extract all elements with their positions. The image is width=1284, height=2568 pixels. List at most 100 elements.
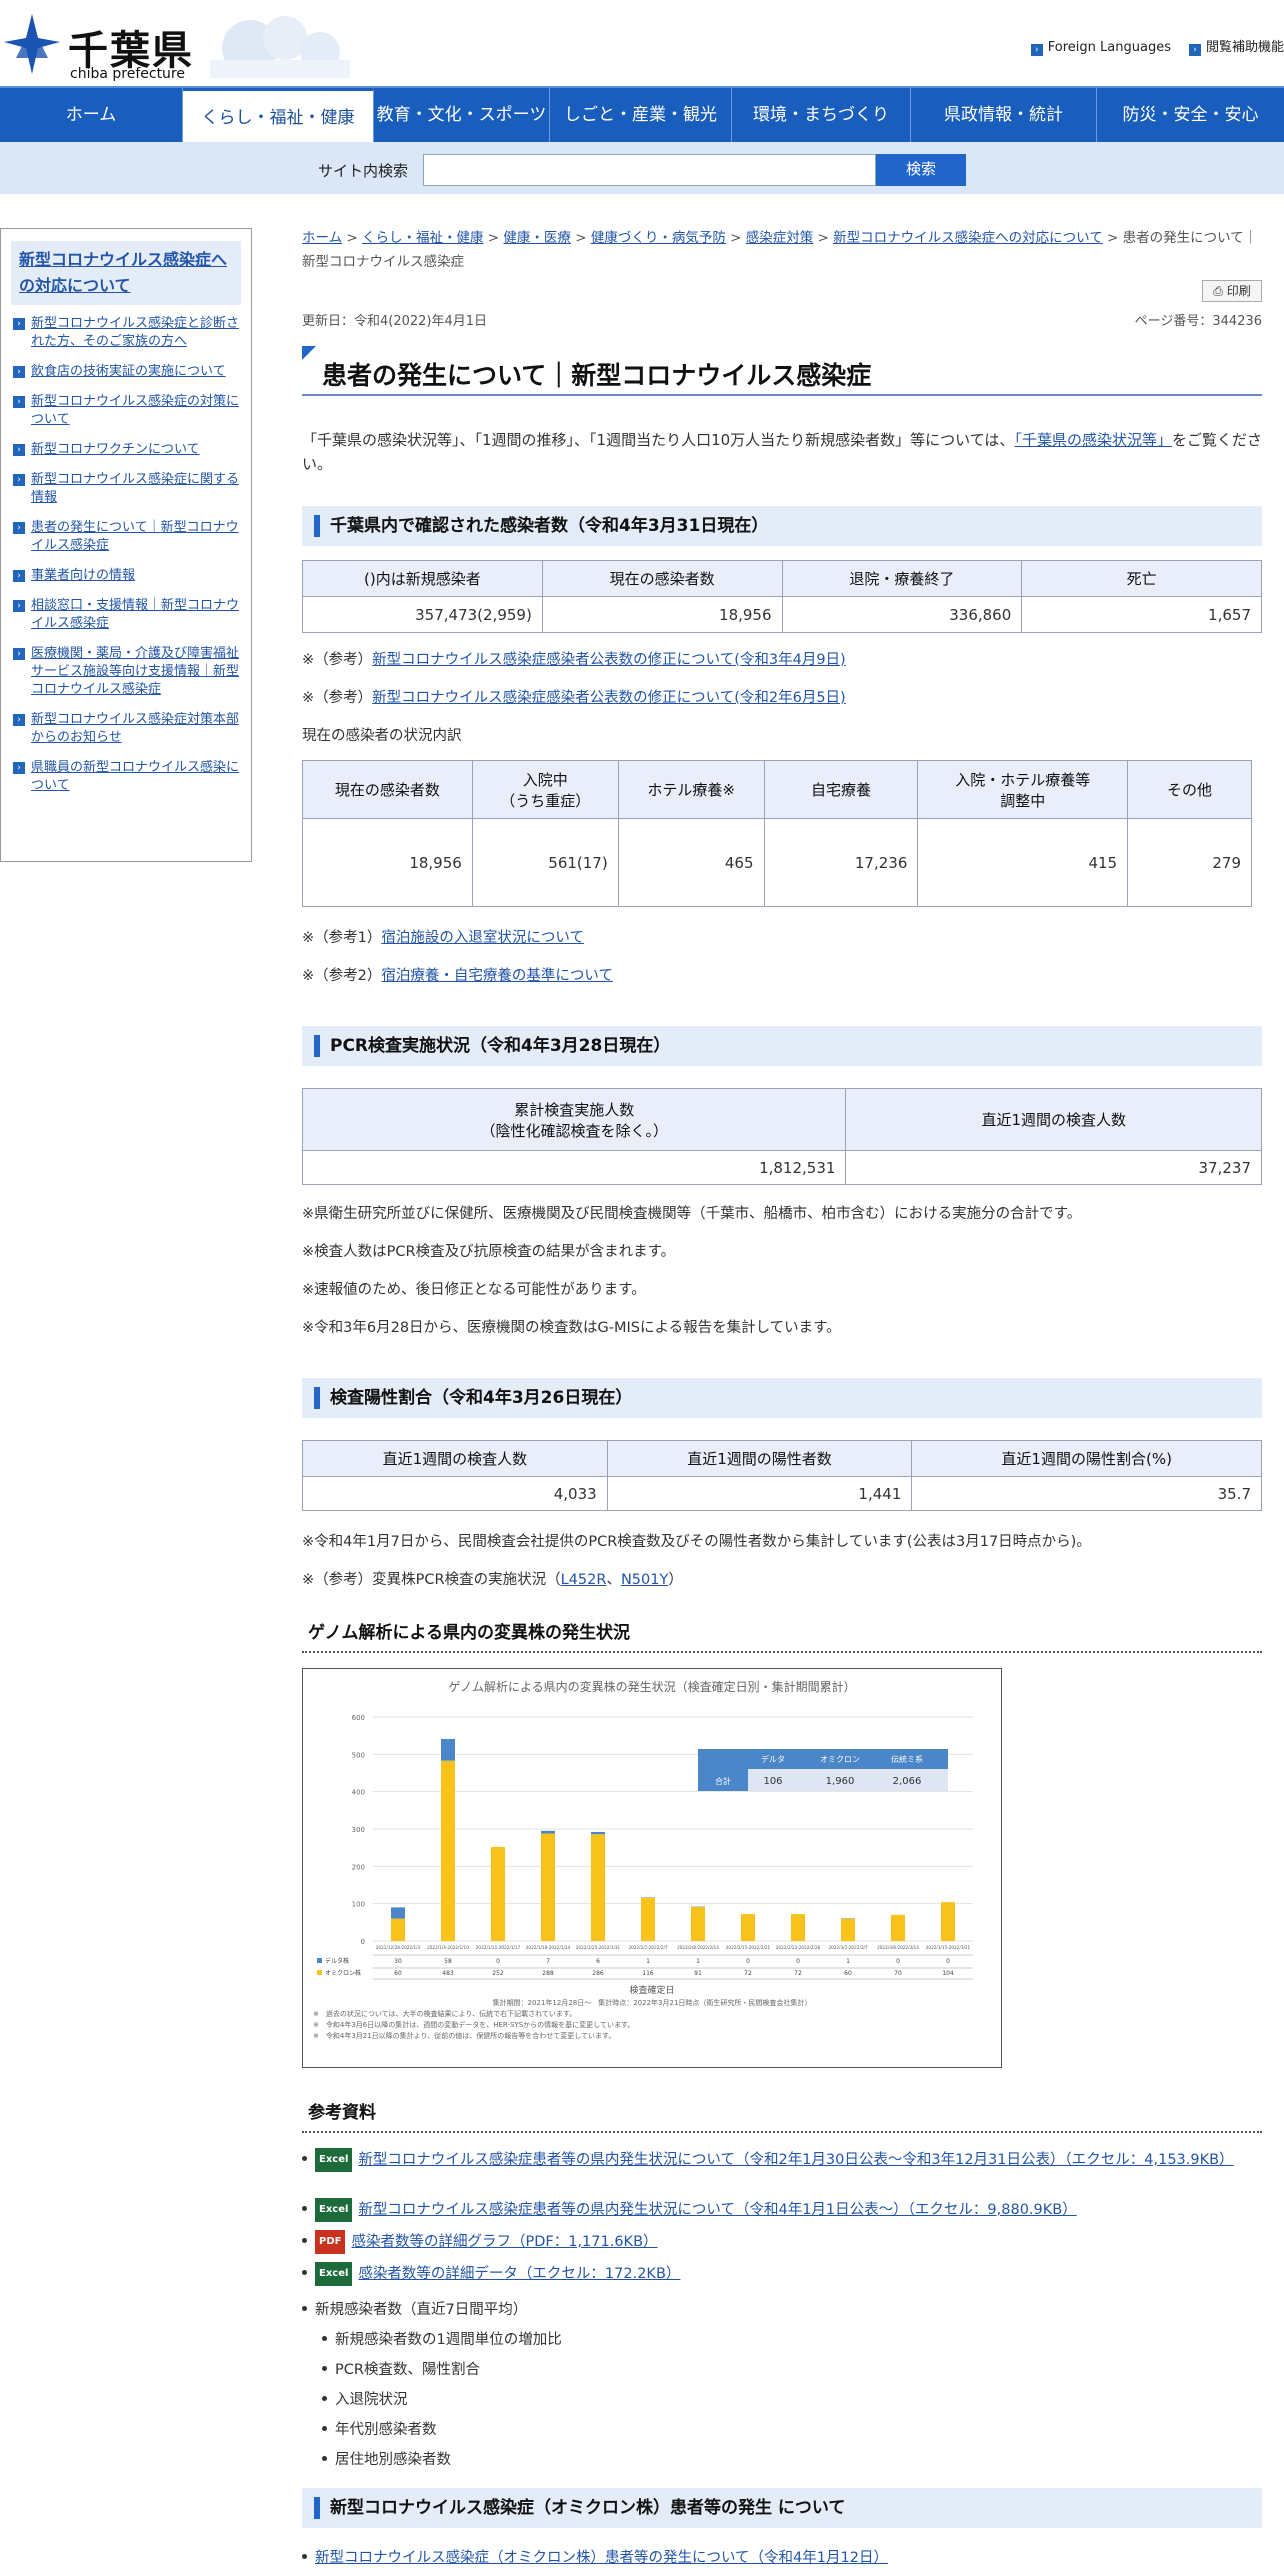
global-nav: ホーム くらし・福祉・健康 教育・文化・スポーツ しごと・産業・観光 環境・まち… [0, 86, 1284, 142]
logo-decoration-icon [210, 16, 350, 78]
sidebar-item-link[interactable]: 事業者向けの情報 [31, 568, 135, 583]
search-input[interactable] [423, 154, 876, 186]
gnav-prefecture-info[interactable]: 県政情報・統計 [911, 88, 1097, 142]
sidebar-item-link[interactable]: 新型コロナウイルス感染症の対策について [31, 394, 239, 427]
data-label-delta: 58 [444, 1958, 452, 1965]
table-cell: 465 [617, 818, 765, 907]
x-tick-label: 2022/1/18-2022/1/24 [526, 1945, 571, 1950]
breadcrumb-link[interactable]: 健康・医療 [503, 230, 571, 246]
bullet-icon [302, 2306, 307, 2311]
sidebar-item-link[interactable]: 新型コロナウイルス感染症と診断された方、そのご家族の方へ [31, 316, 239, 349]
sub-list-item: 新規感染者数の1週間単位の増加比 [322, 2328, 562, 2349]
data-label-delta: 1 [696, 1958, 700, 1965]
bar-delta [391, 1907, 405, 1919]
table-header: 直近1週間の検査人数 [845, 1088, 1262, 1151]
correction-link-r3[interactable]: 新型コロナウイルス感染症感染者公表数の修正について(令和3年4月9日) [372, 652, 846, 668]
gnav-disaster-safety[interactable]: 防災・安全・安心 [1097, 88, 1284, 142]
sidebar-item-link[interactable]: 新型コロナウイルス感染症対策本部からのお知らせ [31, 712, 239, 745]
data-label-omicron: 60 [844, 1970, 852, 1977]
x-tick-label: 2022/2/22-2022/2/28 [776, 1945, 821, 1950]
table-header: 直近1週間の陽性割合(%) [911, 1440, 1262, 1477]
n501y-link[interactable]: N501Y [621, 1572, 668, 1588]
data-label-omicron: 72 [744, 1970, 752, 1977]
reference-file-link[interactable]: 新型コロナウイルス感染症患者等の県内発生状況について（令和4年1月1日公表〜）（… [358, 2202, 1076, 2218]
sidebar-title-link[interactable]: 新型コロナウイルス感染症への対応について [11, 241, 241, 305]
sidebar-item-link[interactable]: 相談窓口・支援情報｜新型コロナウイルス感染症 [31, 598, 239, 631]
sidebar-item-link[interactable]: 県職員の新型コロナウイルス感染について [31, 760, 239, 793]
gnav-life-welfare-health[interactable]: くらし・福祉・健康 [183, 88, 374, 142]
gnav-environment[interactable]: 環境・まちづくり [732, 88, 911, 142]
printer-icon: ⎙ [1213, 284, 1227, 298]
print-button[interactable]: ⎙ 印刷 [1202, 280, 1262, 302]
page-title: 患者の発生について｜新型コロナウイルス感染症 [302, 346, 1262, 396]
infection-status-link[interactable]: 「千葉県の感染状況等」 [1014, 431, 1172, 449]
bullet-icon [322, 2336, 327, 2341]
x-axis-label: 検査確定日 [629, 1984, 674, 1996]
sidebar-item: › 患者の発生について｜新型コロナウイルス感染症 [11, 519, 241, 555]
sub-list-item: PCR検査数、陽性割合 [322, 2358, 480, 2379]
breadcrumb-link[interactable]: 感染症対策 [746, 230, 814, 246]
sidebar-item-link[interactable]: 新型コロナウイルス感染症に関する情報 [31, 472, 239, 505]
gnav-education-culture[interactable]: 教育・文化・スポーツ [374, 88, 550, 142]
x-tick-label: 2022/1/4-2022/1/10 [427, 1945, 469, 1950]
reference-file-link[interactable]: 新型コロナウイルス感染症患者等の県内発生状況について（令和2年1月30日公表〜令… [358, 2152, 1233, 2168]
sidebar-item-link[interactable]: 医療機関・薬局・介護及び障害福祉サービス施設等向け支援情報｜新型コロナウイルス感… [31, 646, 239, 697]
arrow-icon: › [13, 474, 25, 486]
table-header-row: ()内は新規感染者 現在の感染者数 退院・療養終了 死亡 [302, 560, 1262, 597]
chart-footnote: ※ 過去の状況については、大半の検査結果により、伝統で右下記載されています。 [313, 2009, 576, 2018]
arrow-icon: › [13, 648, 25, 660]
file-type-badge: Excel [315, 2262, 353, 2286]
correction-link-r2[interactable]: 新型コロナウイルス感染症感染者公表数の修正について(令和2年6月5日) [372, 690, 846, 706]
breadcrumb-link[interactable]: ホーム [302, 230, 342, 246]
summary-value: 106 [763, 1776, 782, 1787]
bar-omicron [641, 1897, 655, 1941]
bullet-icon [322, 2426, 327, 2431]
table-header: 現在の感染者数 [302, 760, 473, 819]
x-tick-label: 2022/2/15-2022/2/21 [726, 1945, 771, 1950]
sidebar-item: › 新型コロナワクチンについて [11, 441, 241, 459]
pcr-note: ※令和3年6月28日から、医療機関の検査数はG-MISによる報告を集計しています… [302, 1320, 841, 1336]
x-tick-label: 2021/12/28-2022/1/3 [376, 1945, 421, 1950]
x-tick-label: 2022/3/1-2022/3/7 [828, 1945, 867, 1950]
data-label-omicron: 252 [492, 1970, 504, 1977]
y-tick-label: 400 [352, 1789, 365, 1797]
breadcrumb-link[interactable]: 健康づくり・病気予防 [591, 230, 726, 246]
sidebar-item: › 県職員の新型コロナウイルス感染について [11, 759, 241, 795]
bar-omicron [841, 1918, 855, 1941]
table-cell: 17,236 [763, 818, 919, 907]
foreign-languages-link[interactable]: › Foreign Languages [1030, 40, 1171, 56]
gnav-work-industry[interactable]: しごと・産業・観光 [550, 88, 732, 142]
search-button[interactable]: 検索 [876, 154, 966, 186]
reference-note: ※（参考2）宿泊療養・自宅療養の基準について [302, 968, 613, 984]
chart-footnote: ※ 令和4年3月21日以降の集計より、従前の値は、保健所の報告等を合わせて変更し… [313, 2031, 615, 2040]
y-tick-label: 500 [352, 1751, 365, 1759]
gnav-home[interactable]: ホーム [0, 88, 183, 142]
site-logo[interactable]: 千葉県 chiba prefecture [0, 8, 350, 82]
arrow-icon: › [13, 396, 25, 408]
table-cell: 35.7 [911, 1476, 1262, 1511]
list-item: Excel 新型コロナウイルス感染症患者等の県内発生状況について（令和4年1月1日… [302, 2198, 1252, 2222]
data-label-delta: 1 [846, 1958, 850, 1965]
breadcrumb-link[interactable]: くらし・福祉・健康 [362, 230, 484, 246]
hotel-status-link[interactable]: 宿泊施設の入退室状況について [381, 930, 584, 946]
sidebar-item: › 新型コロナウイルス感染症に関する情報 [11, 471, 241, 507]
reference-file-link[interactable]: 感染者数等の詳細データ（エクセル：172.2KB） [358, 2266, 680, 2282]
data-label-delta: 0 [746, 1958, 750, 1965]
omicron-link[interactable]: 新型コロナウイルス感染症（オミクロン株）患者等の発生について（令和4年1月12日… [315, 2550, 888, 2566]
bar-delta [441, 1739, 455, 1761]
breadcrumb-separator: > [342, 230, 363, 246]
l452r-link[interactable]: L452R [561, 1572, 607, 1588]
sidebar-item-link[interactable]: 患者の発生について｜新型コロナウイルス感染症 [31, 520, 239, 553]
breadcrumb-link[interactable]: 新型コロナウイルス感染症への対応について [833, 230, 1103, 246]
reference-file-link[interactable]: 感染者数等の詳細グラフ（PDF：1,171.6KB） [351, 2234, 657, 2250]
summary-value: 2,066 [893, 1776, 922, 1787]
site-search-bar: サイト内検索 検索 [0, 142, 1284, 194]
sidebar-item-link[interactable]: 新型コロナワクチンについて [31, 442, 200, 457]
chart-footnote: 集計期間：2021年12月28日～ 集計時点：2022年3月21日時点（衛生研究… [493, 1998, 812, 2007]
sidebar-item-link[interactable]: 飲食店の技術実証の実施について [31, 364, 226, 379]
table-cell: 279 [1127, 818, 1252, 907]
bar-omicron [441, 1760, 455, 1941]
table-cell: 357,473(2,959) [302, 596, 543, 633]
accessibility-link[interactable]: › 閲覧補助機能 [1188, 36, 1284, 56]
treatment-criteria-link[interactable]: 宿泊療養・自宅療養の基準について [381, 968, 613, 984]
